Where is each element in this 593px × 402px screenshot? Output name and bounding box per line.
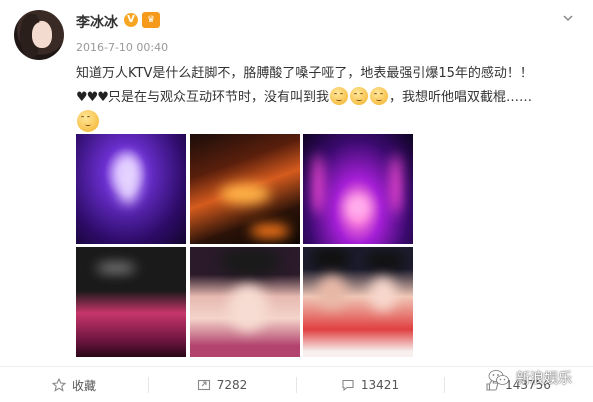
verified-icon: V [124,13,138,27]
photo-concert-stage-fire[interactable] [190,134,300,244]
heart-icons: ♥♥♥ [76,90,109,105]
repost-button[interactable]: 7282 [148,367,296,402]
photo-concert-stage-purple[interactable] [76,134,186,244]
post-text-line-3 [76,110,576,137]
comment-icon [342,379,354,392]
star-icon [51,378,66,392]
post-text-segment-a: 只是在与观众互动环节时，没有叫到我 [107,90,329,105]
post-text: 知道万人KTV是什么赶脚不，胳膊酸了嗓子哑了，地表最强引爆15年的感动！！ ♥♥… [76,62,576,137]
wechat-icon [488,370,509,385]
timestamp[interactable]: 2016-7-10 00:40 [76,41,168,54]
favorite-button[interactable]: 收藏 [0,367,148,402]
post-text-line-1: 知道万人KTV是什么赶脚不，胳膊酸了嗓子哑了，地表最强引爆15年的感动！！ [76,66,533,81]
sad-face-emoji-icon [369,87,388,105]
photo-gallery [76,134,413,357]
repost-count: 7282 [216,378,248,392]
weibo-post: 李冰冰 V ♛ 2016-7-10 00:40 知道万人KTV是什么赶脚不，胳膊… [0,0,593,402]
avatar[interactable] [14,10,64,60]
chevron-down-icon[interactable] [562,12,574,24]
photo-concert-lights[interactable] [303,134,413,244]
source-watermark: 新浪娱乐 [488,366,572,390]
comment-count: 13421 [360,378,400,392]
watermark-label: 新浪娱乐 [516,371,572,387]
vip-icon: ♛ [142,12,160,28]
favorite-label: 收藏 [71,378,96,393]
comment-button[interactable]: 13421 [296,367,444,402]
sad-face-emoji-icon [349,87,368,105]
photo-selfie[interactable] [190,247,300,357]
post-text-line-2: ♥♥♥只是在与观众互动环节时，没有叫到我 ，我想听他唱双截棍…… [76,86,576,110]
username[interactable]: 李冰冰 [76,12,118,32]
post-text-segment-b: ，我想听他唱双截棍…… [388,90,532,105]
photo-couple-selfie[interactable] [303,247,413,357]
sad-face-emoji-icon [77,110,99,132]
photo-concert-crowd[interactable] [76,247,186,357]
repost-icon [197,379,210,391]
sad-face-emoji-icon [329,87,348,105]
